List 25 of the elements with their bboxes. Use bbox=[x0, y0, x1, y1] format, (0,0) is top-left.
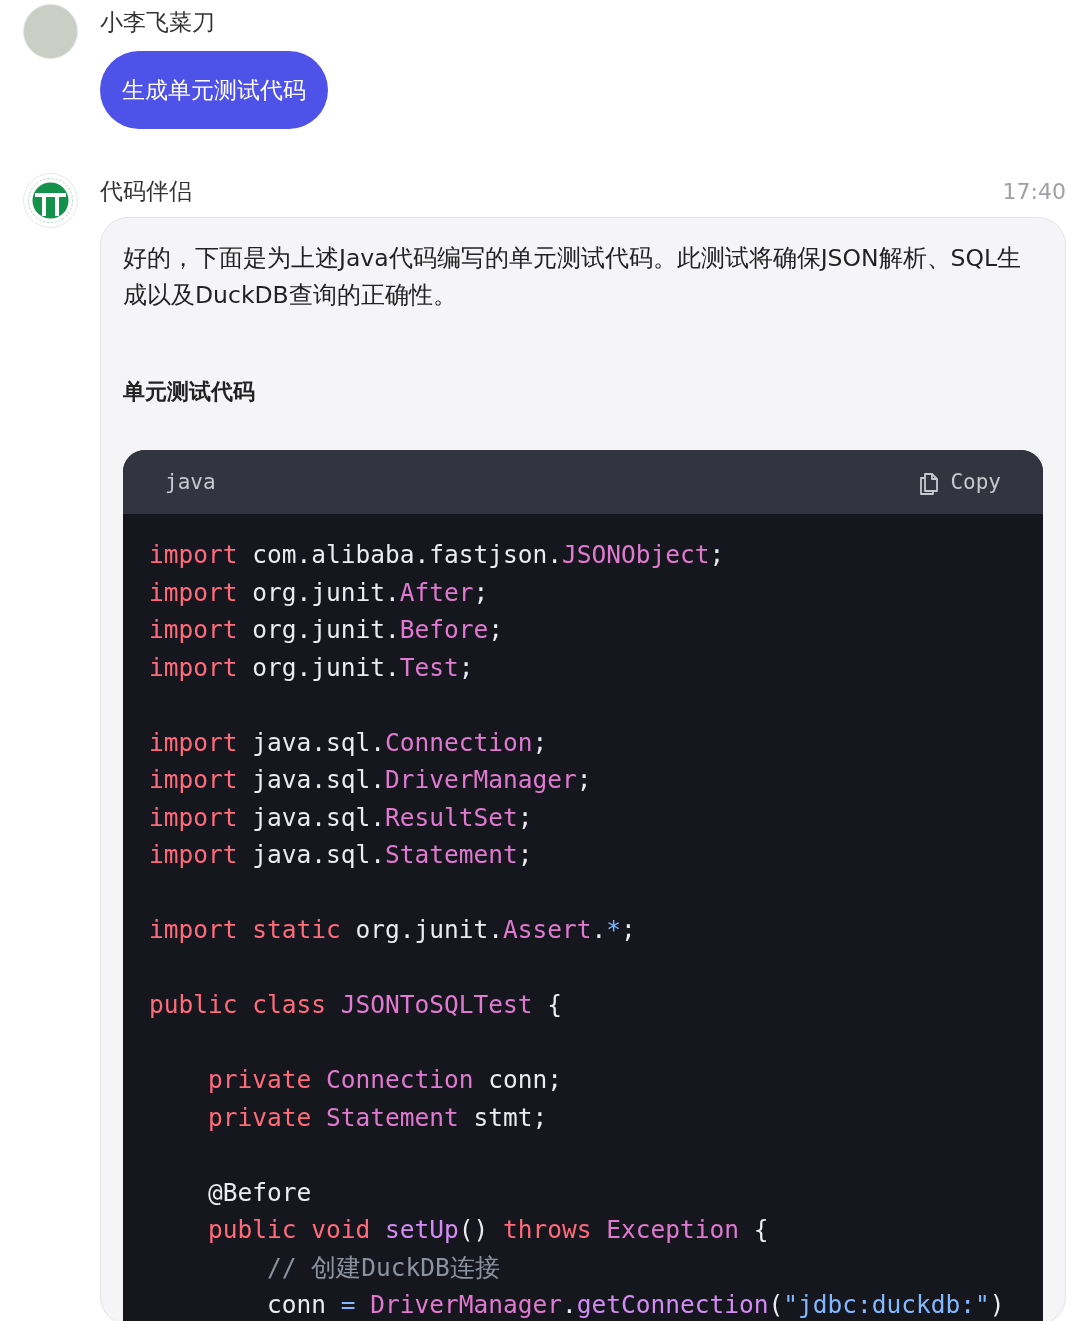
code-line: import org.junit.Before; bbox=[149, 614, 505, 646]
section-heading: 单元测试代码 bbox=[123, 378, 256, 406]
language-label: java bbox=[165, 470, 216, 494]
sender-name: 小李飞菜刀 bbox=[100, 8, 215, 37]
code-line: import java.sql.ResultSet; bbox=[149, 801, 534, 834]
code-line: import java.sql.Statement; bbox=[149, 839, 534, 871]
code-line: import org.junit.Test; bbox=[149, 651, 475, 684]
code-line: // 创建DuckDB连接 bbox=[266, 1251, 501, 1284]
code-line: import org.junit.After; bbox=[149, 576, 490, 609]
message-bubble: 生成单元测试代码 bbox=[100, 51, 328, 129]
code-line: import java.sql.DriverManager; bbox=[149, 764, 593, 796]
copy-button[interactable]: Copy bbox=[918, 469, 1001, 495]
code-line: @Before bbox=[207, 1176, 313, 1209]
code-line: public class JSONToSQLTest { bbox=[149, 989, 564, 1021]
code-line: import static org.junit.Assert.*; bbox=[149, 914, 637, 946]
message-time: 17:40 bbox=[1002, 178, 1066, 204]
code-line: private Connection conn; bbox=[207, 1064, 564, 1096]
code-line: private Statement stmt; bbox=[207, 1101, 549, 1134]
reply-paragraph: 好的，下面是为上述Java代码编写的单元测试代码。此测试将确保JSON解析、SQL生成以及DuckDB查询的正确性。 bbox=[123, 243, 1023, 311]
code-line: import com.alibaba.fastjson.JSONObject; bbox=[149, 539, 726, 571]
logo-avatar-icon bbox=[23, 173, 78, 228]
code-line: import java.sql.Connection; bbox=[149, 726, 549, 759]
code-line: public void setUp() throws Exception { bbox=[207, 1214, 770, 1246]
sender-name: 代码伴侣 bbox=[100, 177, 192, 206]
code-line: conn = DriverManager.getConnection("jdbc:duckdb:") bbox=[266, 1289, 1006, 1321]
